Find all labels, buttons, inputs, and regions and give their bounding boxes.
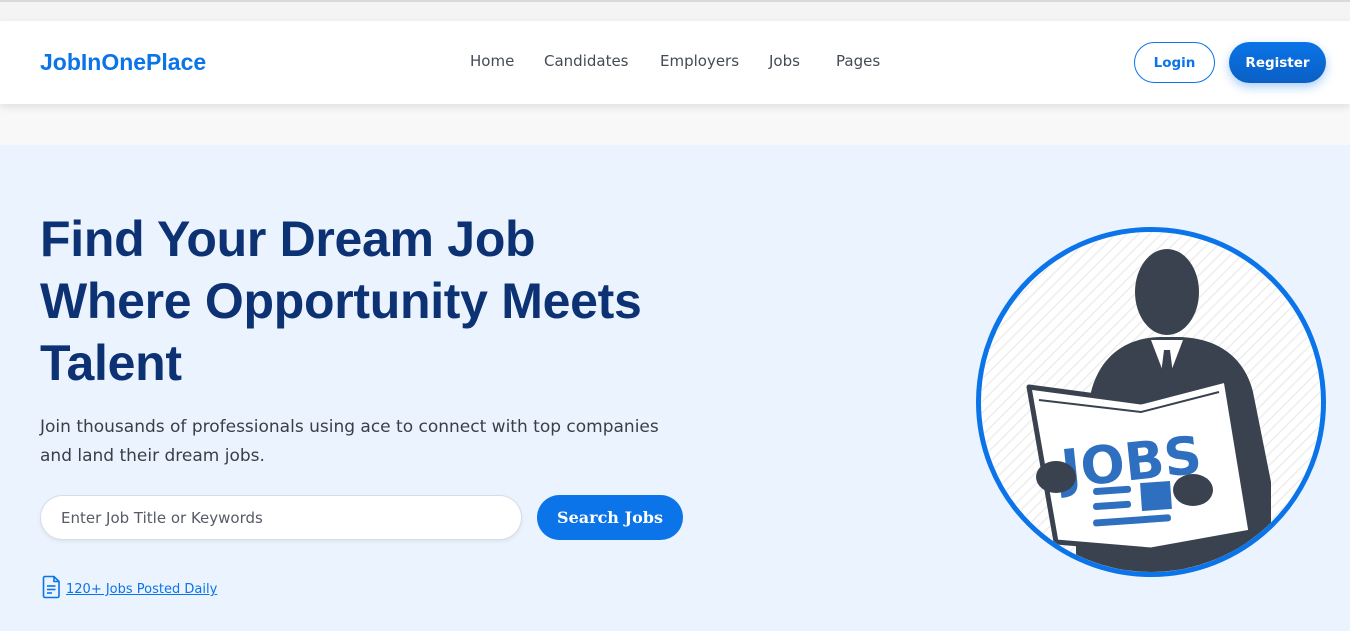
hero-title: Find Your Dream Job Where Opportunity Me…	[40, 208, 700, 394]
jobs-man-illustration: JOBS	[981, 232, 1321, 572]
hero-title-line-3: Talent	[40, 335, 182, 391]
hero-subtitle: Join thousands of professionals using ac…	[40, 417, 659, 466]
nav-item-candidates[interactable]: Candidates	[544, 52, 629, 70]
brand-logo[interactable]: JobInOnePlace	[40, 49, 206, 76]
navbar: JobInOnePlace Home Candidates Employers …	[0, 21, 1350, 104]
hero-title-line-2: Where Opportunity Meets	[40, 273, 642, 329]
jobs-posted-stat: 120+ Jobs Posted Daily	[42, 575, 217, 599]
nav-item-employers[interactable]: Employers	[660, 52, 739, 70]
document-icon	[42, 575, 62, 599]
jobs-posted-link[interactable]: 120+ Jobs Posted Daily	[66, 582, 217, 597]
login-button[interactable]: Login	[1134, 42, 1215, 83]
register-button[interactable]: Register	[1229, 42, 1326, 83]
hero-title-line-1: Find Your Dream Job	[40, 211, 536, 267]
search-jobs-button[interactable]: Search Jobs	[537, 495, 683, 540]
nav-item-pages[interactable]: Pages	[836, 52, 880, 70]
hero-jobs-illustration: JOBS	[976, 227, 1326, 577]
nav-item-jobs[interactable]: Jobs	[769, 52, 800, 70]
spacer-strip	[0, 104, 1350, 145]
hero-section: Find Your Dream Job Where Opportunity Me…	[0, 145, 1350, 631]
top-strip	[0, 2, 1350, 21]
job-search-input[interactable]	[40, 495, 522, 540]
nav-item-home[interactable]: Home	[470, 52, 514, 70]
